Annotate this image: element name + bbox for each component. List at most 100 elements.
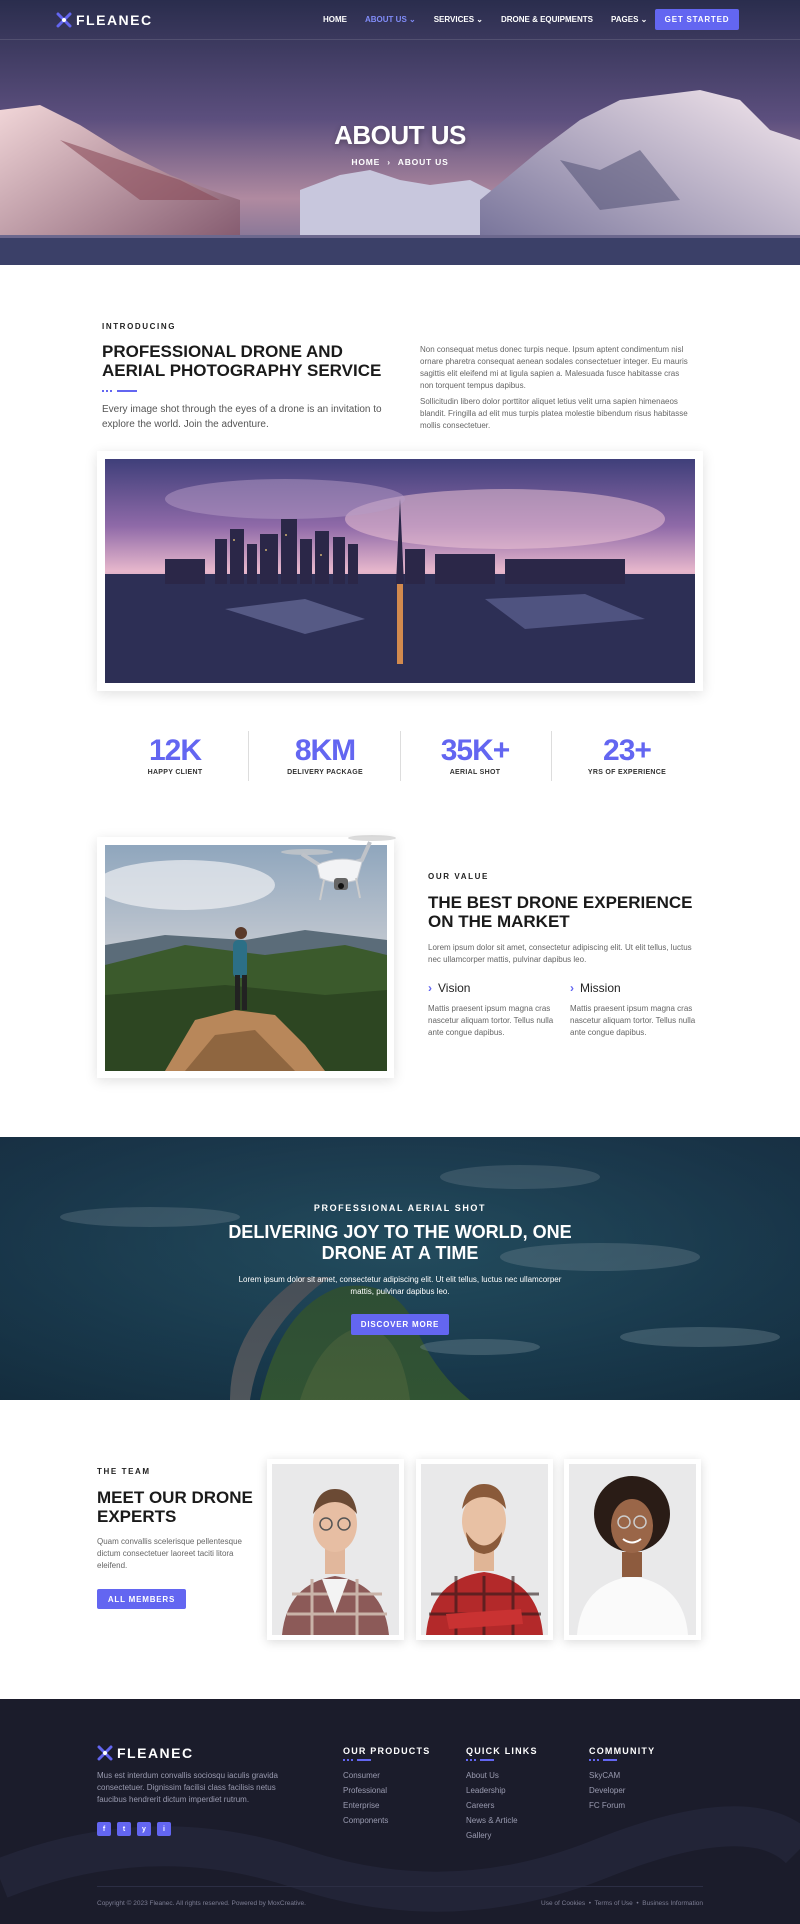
footer-products-title: OUR PRODUCTS — [343, 1746, 431, 1756]
nav-pages-label: PAGES — [610, 15, 639, 24]
stat-label-years: YRS OF EXPERIENCE — [587, 769, 667, 776]
stat-value-years: 23+ — [603, 734, 652, 767]
top-navigation: FLEANEC HOME ABOUT US ⌄ SERVICES ⌄ DRONE… — [0, 0, 800, 40]
footer-link-components[interactable]: Components — [343, 1816, 388, 1825]
footer-brand-name: FLEANEC — [117, 1745, 194, 1761]
footer-link-news[interactable]: News & Article — [466, 1816, 518, 1825]
brand-name: FLEANEC — [76, 12, 153, 28]
chevron-down-icon: ⌄ — [409, 15, 416, 24]
mission-heading: › Mission — [570, 981, 621, 995]
heading-accent-line — [357, 1759, 371, 1761]
footer-link-about[interactable]: About Us — [466, 1771, 499, 1780]
team-member-card[interactable] — [564, 1459, 701, 1640]
footer-logo[interactable]: FLEANEC — [97, 1745, 194, 1761]
team-member-card[interactable] — [267, 1459, 404, 1640]
copyright: Copyright © 2023 Fleanec. All rights res… — [97, 1900, 306, 1907]
nav-item-drone-equipments[interactable]: DRONE & EQUIPMENTS — [501, 15, 593, 24]
team-member-photo — [569, 1464, 696, 1635]
banner-text: Lorem ipsum dolor sit amet, consectetur … — [238, 1275, 562, 1296]
ocean-background — [0, 1137, 800, 1400]
team-eyebrow: THE TEAM — [97, 1467, 151, 1476]
stat-divider — [400, 731, 401, 781]
team-title: MEET OUR DRONE EXPERTS — [97, 1488, 253, 1527]
facebook-icon[interactable]: f — [97, 1822, 111, 1836]
legal-link-terms[interactable]: Terms of Use — [595, 1900, 633, 1907]
footer-link-leadership[interactable]: Leadership — [466, 1786, 506, 1795]
nav-about-label: ABOUT US — [365, 15, 407, 24]
footer-link-professional[interactable]: Professional — [343, 1786, 387, 1795]
value-title: THE BEST DRONE EXPERIENCE ON THE MARKET — [428, 893, 693, 932]
brand-logo[interactable]: FLEANEC — [56, 12, 153, 28]
nav-item-pages[interactable]: PAGES ⌄ — [611, 15, 647, 24]
title-accent-line — [117, 390, 137, 392]
legal-links: Use of Cookies • Terms of Use • Business… — [541, 1900, 703, 1907]
stat-divider — [551, 731, 552, 781]
team-member-photo — [272, 1464, 399, 1635]
aerial-shot-banner: PROFESSIONAL AERIAL SHOT DELIVERING JOY … — [0, 1137, 800, 1400]
heading-dots — [589, 1759, 601, 1761]
city-photo-frame — [97, 451, 703, 691]
nav-item-home[interactable]: HOME — [323, 15, 347, 24]
nav-item-about[interactable]: ABOUT US ⌄ — [365, 15, 416, 24]
value-eyebrow: OUR VALUE — [428, 872, 489, 881]
footer-link-consumer[interactable]: Consumer — [343, 1771, 380, 1780]
footer-link-gallery[interactable]: Gallery — [466, 1831, 491, 1840]
chevron-down-icon: ⌄ — [476, 15, 483, 24]
chevron-right-icon: › — [570, 981, 574, 995]
footer-divider — [97, 1886, 703, 1887]
chevron-right-icon: › — [387, 157, 391, 167]
heading-accent-line — [603, 1759, 617, 1761]
footer-link-careers[interactable]: Careers — [466, 1801, 494, 1810]
page-title: ABOUT US — [334, 120, 466, 150]
hero-banner: FLEANEC HOME ABOUT US ⌄ SERVICES ⌄ DRONE… — [0, 0, 800, 265]
legal-link-cookies[interactable]: Use of Cookies — [541, 1900, 585, 1907]
heading-accent-line — [480, 1759, 494, 1761]
intro-eyebrow: INTRODUCING — [102, 322, 177, 331]
vision-heading: › Vision — [428, 981, 470, 995]
breadcrumb-home[interactable]: HOME — [351, 157, 380, 167]
footer-link-skycam[interactable]: SkyCAM — [589, 1771, 620, 1780]
stat-value-clients: 12K — [148, 734, 202, 767]
youtube-icon[interactable]: y — [137, 1822, 151, 1836]
team-member-card[interactable] — [416, 1459, 553, 1640]
vision-text: Mattis praesent ipsum magna cras nascetu… — [428, 1004, 554, 1037]
all-members-button[interactable]: ALL MEMBERS — [97, 1589, 186, 1609]
banner-eyebrow: PROFESSIONAL AERIAL SHOT — [313, 1203, 487, 1213]
drone-logo-icon — [56, 12, 72, 28]
team-member-photo — [421, 1464, 548, 1635]
footer-background — [0, 1806, 800, 1912]
footer-quicklinks-title: QUICK LINKS — [466, 1746, 538, 1756]
footer-link-enterprise[interactable]: Enterprise — [343, 1801, 379, 1810]
intro-paragraph-1: Non consequat metus donec turpis neque. … — [420, 345, 688, 390]
footer-about: Mus est interdum convallis sociosqu iacu… — [97, 1771, 278, 1804]
hiker-photo-frame — [97, 835, 396, 1078]
drone-logo-icon — [97, 1745, 113, 1761]
value-text: Lorem ipsum dolor sit amet, consectetur … — [428, 943, 692, 964]
footer-link-developer[interactable]: Developer — [589, 1786, 625, 1795]
stat-value-delivery: 8KM — [294, 734, 356, 767]
breadcrumb: HOME › ABOUT US — [0, 157, 800, 167]
intro-title: PROFESSIONAL DRONE AND AERIAL PHOTOGRAPH… — [102, 342, 382, 381]
stat-label-delivery: DELIVERY PACKAGE — [287, 769, 363, 776]
footer-link-fc-forum[interactable]: FC Forum — [589, 1801, 625, 1810]
stat-label-aerial: AERIAL SHOT — [449, 769, 501, 776]
discover-more-button[interactable]: DISCOVER MORE — [351, 1314, 449, 1335]
intro-lead: Every image shot through the eyes of a d… — [102, 404, 382, 430]
team-text: Quam convallis scelerisque pellentesque … — [97, 1537, 242, 1570]
mission-title: Mission — [580, 981, 621, 995]
instagram-icon[interactable]: i — [157, 1822, 171, 1836]
vision-title: Vision — [438, 981, 471, 995]
drone-image — [281, 835, 396, 901]
breadcrumb-current: ABOUT US — [397, 157, 449, 167]
legal-link-business[interactable]: Business Information — [642, 1900, 703, 1907]
heading-dots — [466, 1759, 478, 1761]
chevron-right-icon: › — [428, 981, 432, 995]
city-skyline-image — [105, 459, 695, 683]
footer-community-title: COMMUNITY — [589, 1746, 656, 1756]
twitter-icon[interactable]: t — [117, 1822, 131, 1836]
get-started-button[interactable]: GET STARTED — [655, 9, 739, 30]
nav-item-services[interactable]: SERVICES ⌄ — [434, 15, 483, 24]
mission-text: Mattis praesent ipsum magna cras nascetu… — [570, 1004, 696, 1037]
heading-dots — [343, 1759, 355, 1761]
chevron-down-icon: ⌄ — [640, 15, 648, 24]
